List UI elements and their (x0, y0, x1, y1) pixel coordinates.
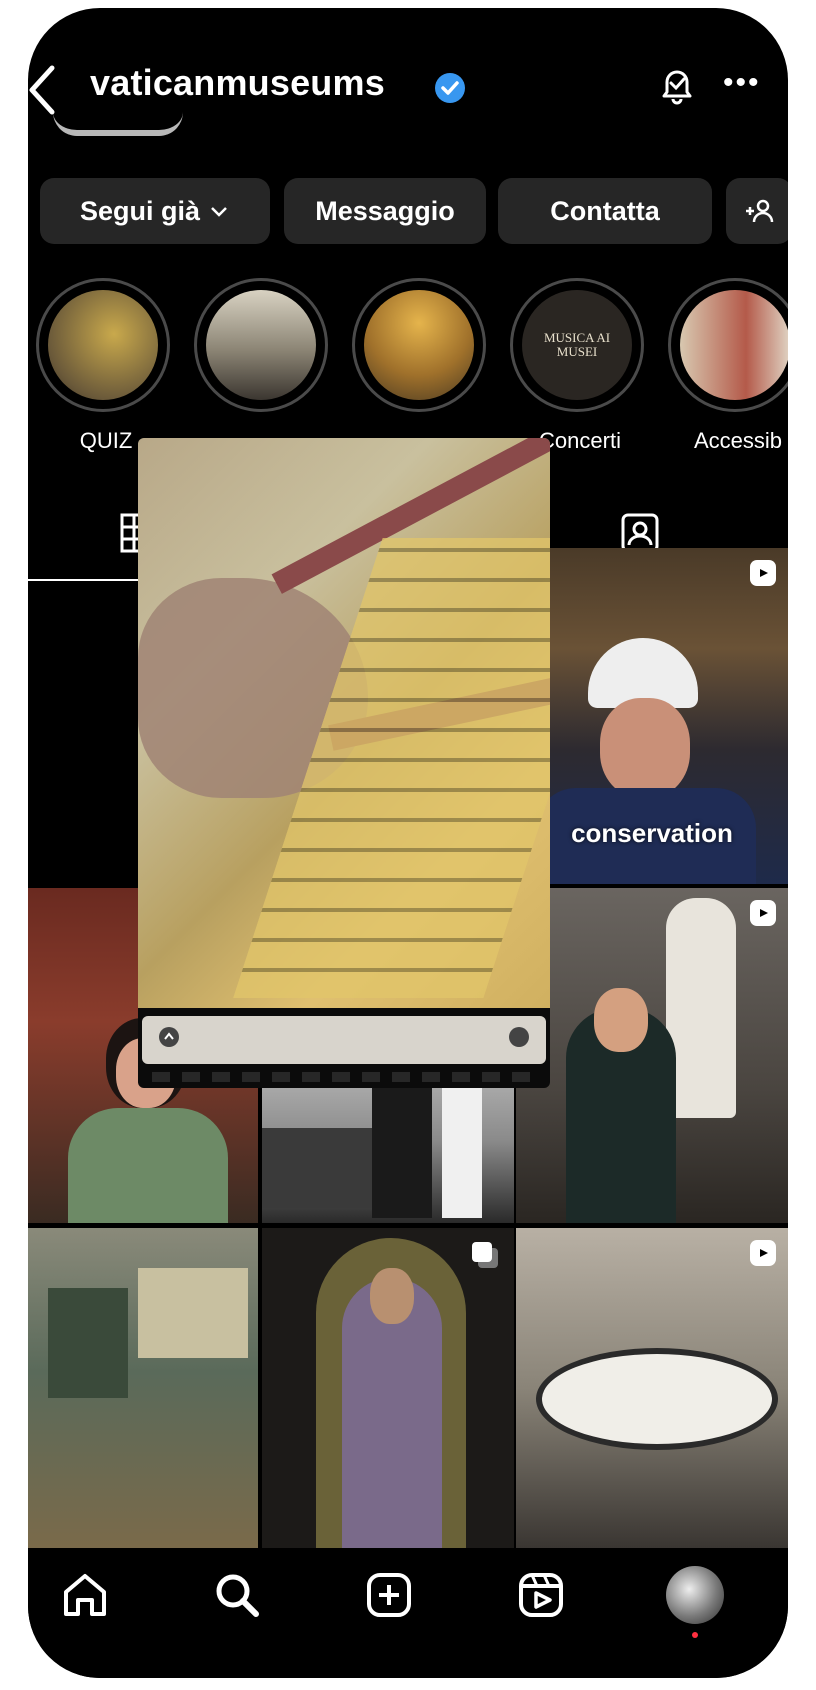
post-tile[interactable] (262, 1228, 514, 1548)
post-tile[interactable] (28, 1228, 258, 1548)
highlight-ceiling[interactable] (352, 278, 492, 412)
add-person-button[interactable] (726, 178, 788, 244)
message-button[interactable]: Messaggio (284, 178, 486, 244)
add-person-icon (746, 199, 774, 223)
create-icon[interactable] (362, 1568, 416, 1622)
highlight-label: Accessib (693, 428, 783, 453)
highlight-ring: MUSICA AI MUSEI (510, 278, 644, 412)
highlight-quiz[interactable]: QUIZ (36, 278, 176, 453)
highlight-ring (194, 278, 328, 412)
verified-badge-icon (435, 73, 465, 103)
chevron-down-icon (211, 207, 227, 217)
profile-username[interactable]: vaticanmuseums (90, 62, 385, 104)
reel-icon (750, 1240, 776, 1266)
profile-avatar[interactable] (666, 1566, 724, 1624)
pip-expand-icon[interactable] (508, 1026, 530, 1048)
message-label: Messaggio (315, 195, 455, 226)
video-strip (142, 1016, 546, 1064)
profile-header: vaticanmuseums ••• (28, 8, 788, 158)
bw-railing (262, 1128, 372, 1208)
highlight-ring (352, 278, 486, 412)
highlight-concerti[interactable]: MUSICA AI MUSEI Concerti (510, 278, 650, 453)
reel-icon (750, 560, 776, 586)
fountain-basin (536, 1348, 778, 1450)
home-icon[interactable] (58, 1568, 112, 1622)
following-label: Segui già (79, 195, 201, 226)
saint-face (370, 1268, 414, 1324)
following-button[interactable]: Segui già (40, 178, 270, 244)
mosaic-video (138, 438, 550, 1008)
painting-detail (138, 1268, 248, 1358)
woman-jacket (68, 1108, 228, 1223)
highlight-cover-text: MUSICA AI MUSEI (543, 330, 611, 359)
post-tile[interactable] (516, 1228, 788, 1548)
floating-video-preview[interactable] (138, 438, 550, 1088)
highlight-ring (36, 278, 170, 412)
post-caption: conservation (571, 818, 733, 848)
contact-button[interactable]: Contatta (498, 178, 712, 244)
contact-label: Contatta (550, 195, 660, 226)
profile-photo-edge (53, 112, 183, 136)
back-chevron-icon[interactable] (28, 60, 56, 120)
bottom-navigation (28, 1548, 788, 1678)
notification-dot (692, 1632, 698, 1638)
bell-icon[interactable] (656, 64, 698, 106)
reel-icon (750, 900, 776, 926)
woman-face (594, 988, 648, 1052)
carousel-icon (472, 1242, 498, 1268)
video-action-row (152, 1072, 532, 1082)
painting-detail (48, 1288, 128, 1398)
pip-close-icon[interactable] (158, 1026, 180, 1048)
highlight-ring (668, 278, 788, 412)
face-figure (600, 698, 690, 798)
reels-icon[interactable] (514, 1568, 568, 1622)
search-icon[interactable] (210, 1568, 264, 1622)
more-options-icon[interactable]: ••• (723, 68, 761, 98)
highlight-accessibility[interactable]: Accessib (668, 278, 788, 453)
phone-screen: vaticanmuseums ••• Segui già Messaggio C… (28, 8, 788, 1678)
statue (666, 898, 736, 1118)
post-tile[interactable] (516, 888, 788, 1223)
post-tile[interactable]: conservation (516, 548, 788, 884)
highlight-gallery[interactable] (194, 278, 334, 412)
